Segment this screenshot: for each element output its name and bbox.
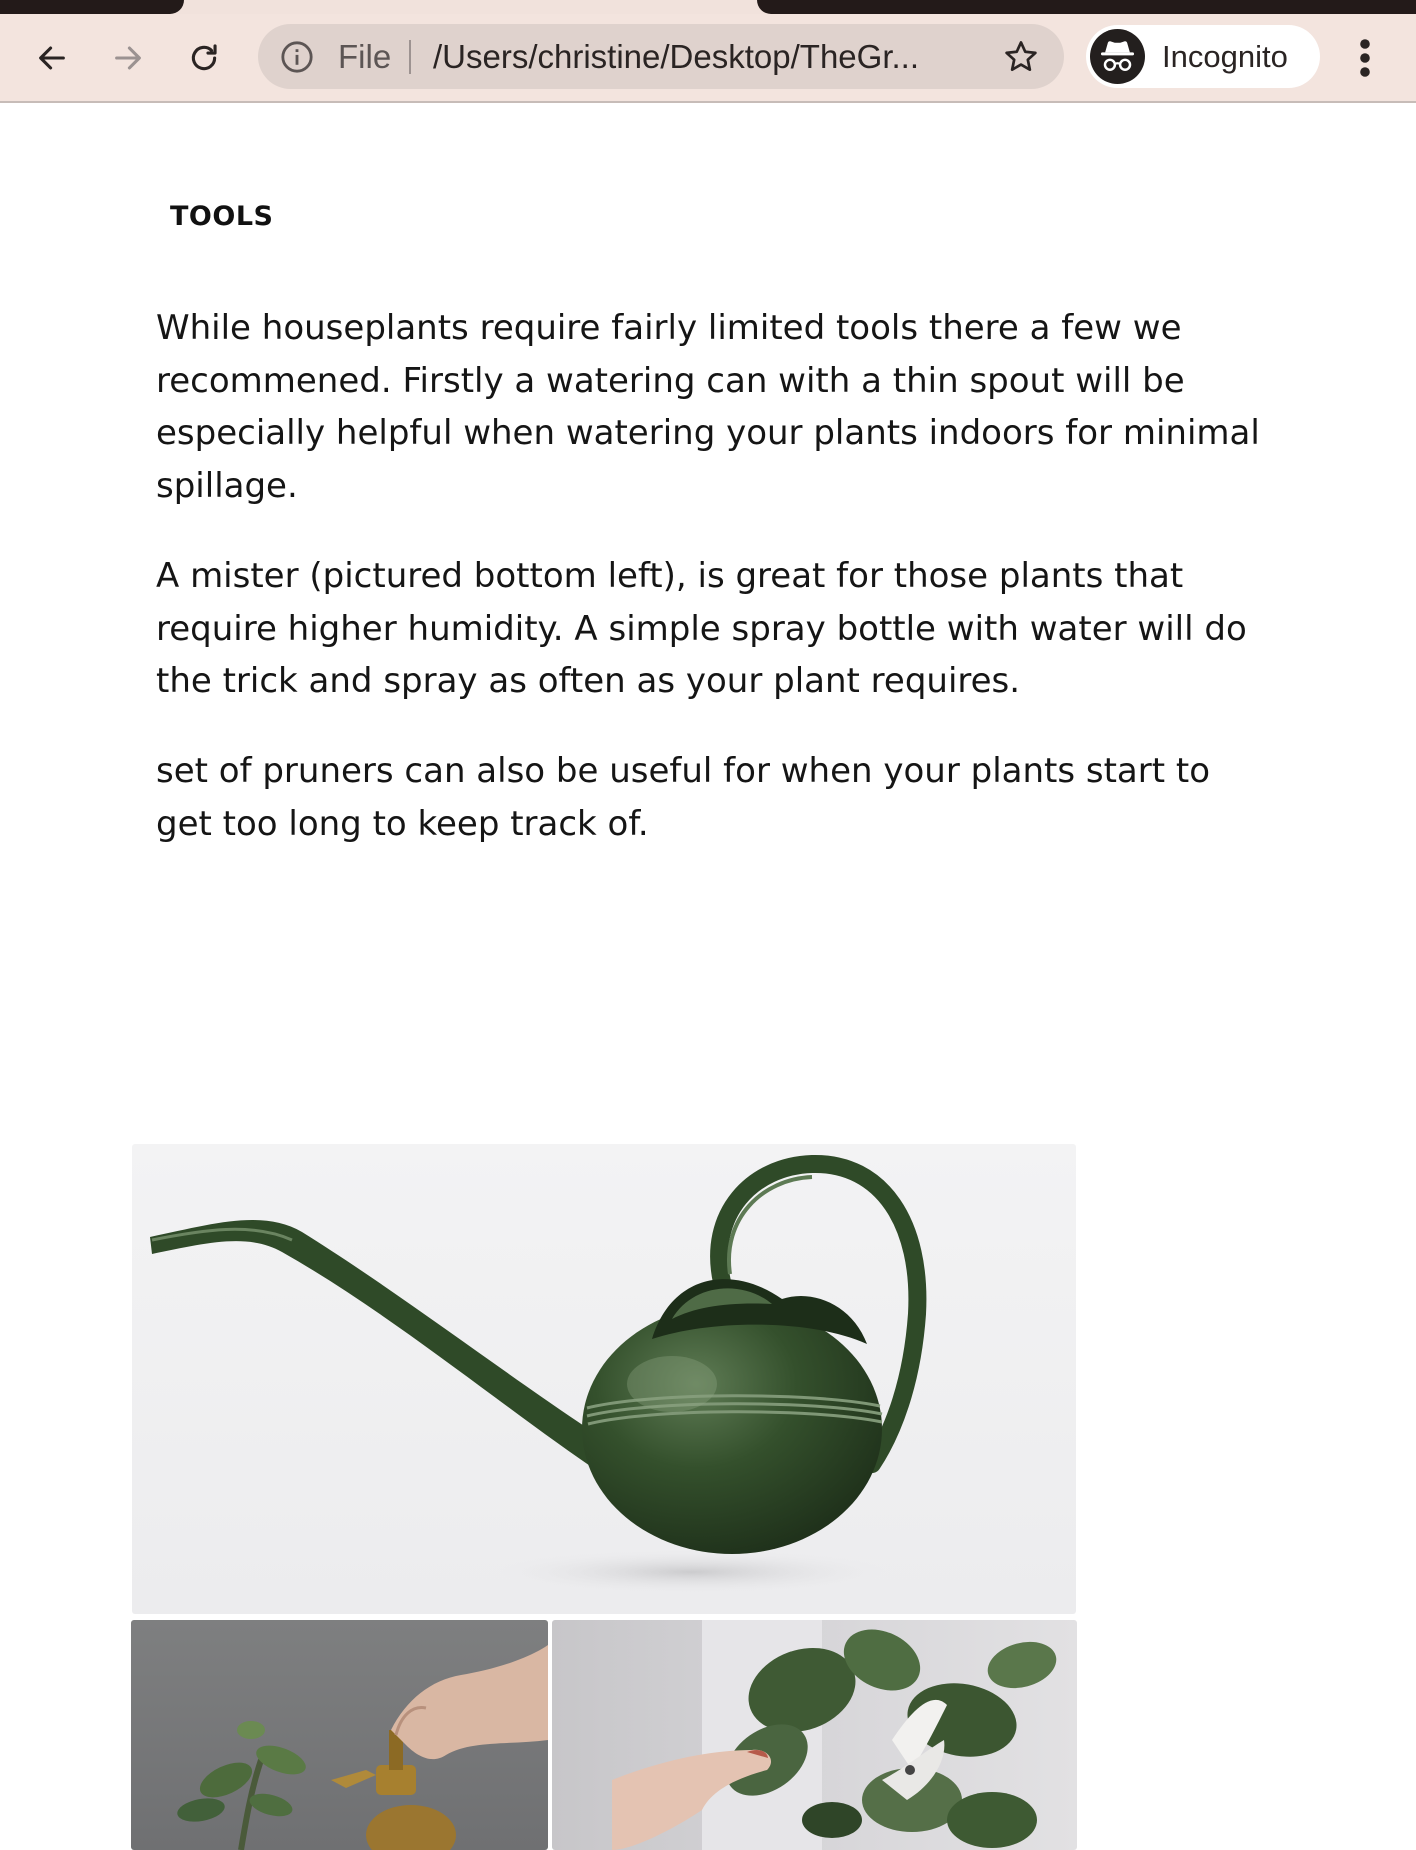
tab-left[interactable] bbox=[0, 0, 184, 14]
reload-button[interactable] bbox=[180, 34, 228, 82]
scheme-label: File bbox=[338, 38, 392, 75]
paragraph-pruners: set of pruners can also be useful for wh… bbox=[156, 751, 1211, 844]
tab-strip bbox=[0, 0, 1416, 14]
pruners-image bbox=[552, 1620, 1077, 1850]
back-button[interactable] bbox=[28, 34, 76, 82]
paragraph-watering-can: While houseplants require fairly limited… bbox=[156, 308, 1260, 506]
paragraph-mister: A mister (pictured bottom left), is grea… bbox=[156, 556, 1247, 701]
forward-button[interactable] bbox=[104, 34, 152, 82]
watering-can-image bbox=[132, 1144, 1076, 1614]
forward-icon bbox=[115, 46, 141, 70]
browser-toolbar: File /Users/christine/Desktop/TheGr... I… bbox=[0, 14, 1416, 103]
more-vert-icon[interactable] bbox=[1348, 34, 1382, 82]
back-icon bbox=[39, 46, 65, 70]
info-icon[interactable] bbox=[280, 40, 314, 74]
incognito-label: Incognito bbox=[1162, 39, 1288, 74]
star-icon[interactable] bbox=[1002, 38, 1040, 76]
reload-icon bbox=[191, 44, 217, 71]
section-title: TOOLS bbox=[170, 201, 274, 232]
mister-image bbox=[131, 1620, 548, 1850]
incognito-indicator[interactable]: Incognito bbox=[1086, 25, 1320, 88]
omnibox-divider bbox=[409, 40, 411, 74]
url-text[interactable]: /Users/christine/Desktop/TheGr... bbox=[433, 24, 933, 89]
address-bar[interactable]: File /Users/christine/Desktop/TheGr... bbox=[258, 24, 1064, 89]
incognito-icon bbox=[1090, 29, 1145, 84]
tab-right[interactable] bbox=[757, 0, 1416, 14]
